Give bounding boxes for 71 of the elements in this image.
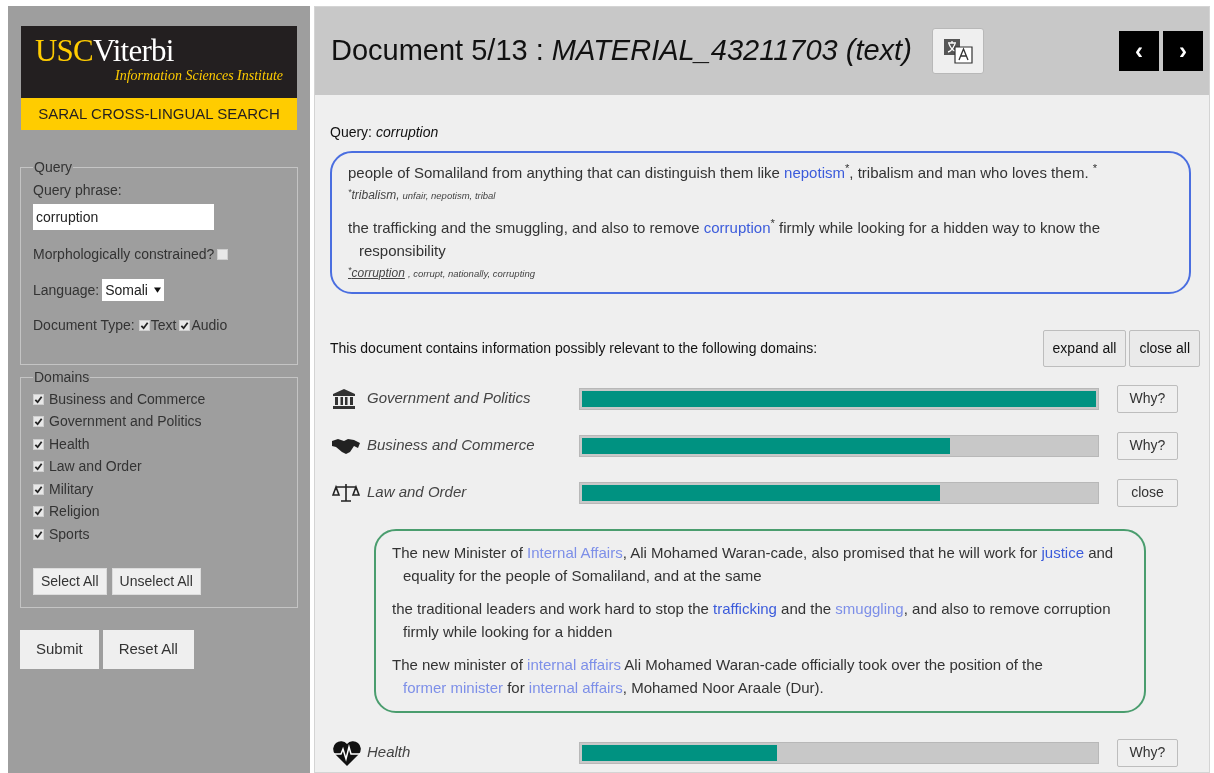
checkbox[interactable] (33, 438, 44, 450)
checkbox[interactable] (33, 461, 44, 473)
caret-icon (154, 287, 161, 293)
domain-label: Business and Commerce (367, 435, 536, 456)
highlighted-term[interactable]: justice (1041, 544, 1084, 561)
footnote-text: $^{*}$corruption (348, 264, 405, 282)
checkbox[interactable] (33, 528, 44, 540)
footnote-text: $^{*}$tribalism, (348, 186, 400, 204)
snippet-text: The new Minister of Internal Affairs, Ali Mohamed Waran-cade, also promised that he will work for justice and equality for the people of Somaliland, and at the same (392, 543, 1115, 586)
checkbox-label: Health (49, 434, 90, 454)
highlighted-term[interactable]: nepotism (784, 164, 845, 181)
domain-label: Law and Order (367, 482, 468, 503)
building-icon (332, 387, 356, 410)
sidebar-button[interactable]: Unselect All (111, 567, 201, 595)
checkbox[interactable] (33, 393, 44, 405)
checkbox[interactable] (33, 506, 44, 518)
checkbox-label: Military (49, 479, 94, 499)
field-label: Document Type: (33, 316, 135, 335)
language-select[interactable]: Somali (102, 279, 164, 301)
query-input[interactable]: corruption (33, 204, 214, 230)
snippet-text: the traditional leaders and work hard to stop the trafficking and the smuggling, and also to remove corruption firmly while looking for a hidden (392, 599, 1112, 642)
translate-icon (942, 38, 973, 64)
highlighted-term[interactable]: trafficking (713, 600, 777, 617)
section-legend: Domains (33, 367, 91, 388)
document-title: Document 5/13 : (331, 33, 544, 69)
logo-brand-text: USC (35, 34, 93, 68)
form-button[interactable]: Reset All (102, 629, 194, 669)
field-label: Morphologically constrained? (33, 245, 215, 264)
heartbeat-icon (332, 738, 362, 767)
domain-label: Government and Politics (367, 388, 532, 409)
field-label: Language: (33, 280, 100, 300)
checkbox[interactable] (33, 483, 44, 495)
checkbox-label: Audio (191, 316, 228, 335)
close-button[interactable]: close (1117, 478, 1178, 507)
footnote-text: unfair, nepotism, tribal (402, 189, 496, 203)
checkbox-label: Business and Commerce (49, 389, 206, 409)
snippet-text: the trafficking and the smuggling, and also to remove corruption$^{*}$ firmly while looking for a hidden way to know the responsibility (348, 216, 1102, 261)
snippet-text: people of Somaliland from anything that can distinguish them like nepotism$^{*}$, tribalism and man who loves them. $^{*}$ (348, 161, 1099, 183)
translate-button[interactable] (931, 28, 984, 74)
form-button[interactable]: Submit (20, 629, 99, 669)
checkbox-label: Law and Order (49, 457, 142, 477)
checkbox-label: Religion (49, 502, 100, 522)
checkbox-label: Sports (49, 524, 90, 544)
why-button[interactable]: Why? (1117, 738, 1178, 767)
domain-action-button[interactable]: expand all (1042, 330, 1127, 367)
why-button[interactable]: Why? (1117, 431, 1178, 460)
app-title-bar: SARAL CROSS-LINGUAL SEARCH (21, 98, 297, 130)
checkbox[interactable] (217, 249, 229, 260)
document-name: MATERIAL_43211703 (text) (551, 33, 912, 69)
snippet-text: The new minister of internal affairs Ali Mohamed Waran-cade officially took over the position of the former minister for internal affairs, Mohamed Noor Araale (Dur). (392, 655, 1044, 698)
why-button[interactable]: Why? (1117, 384, 1178, 413)
highlighted-term[interactable]: corruption (703, 219, 771, 236)
domain-action-button[interactable]: close all (1129, 330, 1200, 367)
checkbox[interactable] (33, 416, 44, 428)
checkbox[interactable] (138, 320, 150, 331)
query-label: Query: (330, 123, 372, 142)
checkbox[interactable] (179, 320, 191, 331)
nav-button[interactable]: › (1163, 31, 1203, 71)
footnote-text: , corrupt, nationally, corrupting (407, 267, 535, 281)
checkbox-label: Text (150, 316, 177, 335)
domains-intro: This document contains information possibly relevant to the following domains: (330, 339, 818, 358)
section-legend: Query (33, 157, 74, 178)
domain-label: Health (367, 742, 412, 763)
checkbox-label: Government and Politics (49, 412, 202, 432)
logo-name-text: Viterbi (93, 34, 174, 68)
logo-subtitle-text: Information Sciences Institute (115, 68, 283, 84)
query-term: corruption (376, 123, 439, 142)
nav-button[interactable]: ‹ (1119, 31, 1159, 71)
field-label: Query phrase: (33, 181, 123, 200)
sidebar-button[interactable]: Select All (33, 567, 107, 595)
scales-icon (332, 482, 360, 503)
